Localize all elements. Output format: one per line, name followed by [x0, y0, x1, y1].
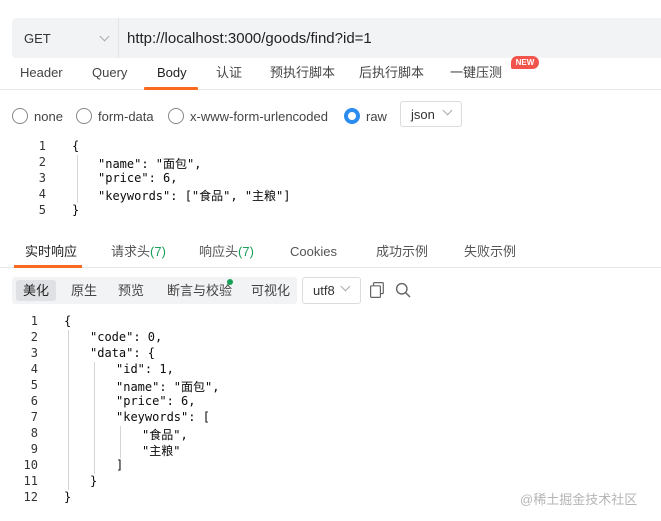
- code-line: "id": 1,: [116, 362, 174, 376]
- request-tabs: Header Query Body 认证 预执行脚本 后执行脚本 一键压测: [0, 60, 661, 90]
- tab-label: 响应头: [199, 244, 239, 259]
- line-number: 3: [30, 346, 38, 360]
- code-line: "name": "面包",: [116, 380, 220, 394]
- chevron-down-icon: [442, 105, 453, 116]
- tab-success-example[interactable]: 成功示例: [376, 240, 428, 268]
- raw-format-select[interactable]: json: [400, 101, 462, 127]
- search-icon[interactable]: [395, 282, 411, 298]
- code-line: "name": "面包",: [98, 157, 202, 171]
- active-tab-indicator: [144, 87, 198, 90]
- line-number: 4: [38, 187, 46, 201]
- url-bar: GET http://localhost:3000/goods/find?id=…: [12, 18, 661, 58]
- response-body-viewer[interactable]: 1 { 2 "code": 0, 3 "data": { 4 "id": 1, …: [0, 312, 661, 512]
- indent-guide: [94, 362, 95, 474]
- tab-body[interactable]: Body: [157, 60, 187, 90]
- code-line: ]: [116, 458, 124, 472]
- encoding-value: utf8: [313, 283, 335, 298]
- view-preview[interactable]: 预览: [111, 280, 151, 301]
- code-line: }: [72, 203, 80, 217]
- radio-raw[interactable]: raw: [344, 104, 387, 128]
- code-line: {: [64, 314, 72, 328]
- line-number: 3: [38, 171, 46, 185]
- radio-circle-selected: [344, 108, 360, 124]
- new-badge: NEW: [511, 56, 539, 69]
- radio-label: form-data: [98, 108, 154, 124]
- code-line: "食品",: [142, 428, 188, 442]
- status-dot: [227, 279, 233, 285]
- copy-icon[interactable]: [370, 282, 384, 298]
- line-number: 5: [30, 378, 38, 392]
- radio-label: raw: [366, 108, 387, 124]
- response-tabs: 实时响应 请求头(7) 响应头(7) Cookies 成功示例 失败示例: [0, 240, 661, 268]
- tab-auth[interactable]: 认证: [216, 60, 242, 90]
- indent-guide: [68, 330, 69, 490]
- tab-query[interactable]: Query: [92, 60, 127, 90]
- method-select[interactable]: GET: [12, 18, 119, 58]
- view-raw[interactable]: 原生: [64, 280, 104, 301]
- code-line: "code": 0,: [90, 330, 163, 344]
- line-number: 6: [30, 394, 38, 408]
- tab-label: 请求头: [111, 244, 151, 259]
- tab-post-script[interactable]: 后执行脚本: [359, 60, 424, 90]
- line-number: 2: [30, 330, 38, 344]
- tab-count: (7): [238, 244, 254, 259]
- line-number: 10: [23, 458, 38, 472]
- method-label: GET: [24, 30, 51, 46]
- line-number: 9: [30, 442, 38, 456]
- code-line: "keywords": [: [116, 410, 210, 424]
- code-line: "data": {: [90, 346, 156, 360]
- code-line: "主粮": [142, 444, 181, 458]
- line-number: 4: [30, 362, 38, 376]
- url-input[interactable]: http://localhost:3000/goods/find?id=1: [119, 30, 372, 47]
- radio-circle: [168, 108, 184, 124]
- radio-label: x-www-form-urlencoded: [190, 108, 328, 124]
- line-number: 2: [38, 155, 46, 169]
- code-line: }: [90, 474, 98, 488]
- tab-response-headers[interactable]: 响应头(7): [199, 240, 254, 268]
- code-line: "price": 6,: [116, 394, 196, 408]
- tab-pre-script[interactable]: 预执行脚本: [270, 60, 335, 90]
- indent-guide: [120, 426, 121, 458]
- tab-count: (7): [150, 244, 166, 259]
- tab-request-headers[interactable]: 请求头(7): [111, 240, 166, 268]
- code-line: }: [64, 490, 72, 504]
- radio-circle: [76, 108, 92, 124]
- line-number: 5: [38, 203, 46, 217]
- request-body-editor[interactable]: 1 { 2 "name": "面包", 3 "price": 6, 4 "key…: [0, 137, 661, 221]
- radio-label: none: [34, 108, 63, 124]
- line-number: 11: [23, 474, 38, 488]
- line-number: 8: [30, 426, 38, 440]
- chevron-down-icon: [340, 281, 351, 292]
- encoding-select[interactable]: utf8: [302, 277, 361, 304]
- view-visualize[interactable]: 可视化: [244, 280, 297, 301]
- tab-header[interactable]: Header: [20, 60, 63, 90]
- tab-load-test[interactable]: 一键压测: [450, 60, 502, 90]
- line-number: 12: [23, 490, 38, 504]
- watermark: @稀土掘金技术社区: [520, 492, 638, 507]
- view-mode-group: 美化 原生 预览 断言与校验 可视化: [12, 277, 297, 304]
- radio-urlencoded[interactable]: x-www-form-urlencoded: [168, 104, 328, 128]
- code-line: {: [72, 139, 80, 153]
- active-tab-indicator: [14, 265, 82, 268]
- line-number: 7: [30, 410, 38, 424]
- radio-none[interactable]: none: [12, 104, 63, 128]
- radio-circle: [12, 108, 28, 124]
- tab-live-response[interactable]: 实时响应: [25, 240, 77, 268]
- code-line: "keywords": ["食品", "主粮"]: [98, 189, 291, 203]
- radio-form-data[interactable]: form-data: [76, 104, 154, 128]
- code-line: "price": 6,: [98, 171, 178, 185]
- line-number: 1: [30, 314, 38, 328]
- chevron-down-icon: [99, 31, 110, 41]
- line-number: 1: [38, 139, 46, 153]
- tab-failure-example[interactable]: 失败示例: [464, 240, 516, 268]
- raw-format-value: json: [411, 106, 435, 122]
- tab-cookies[interactable]: Cookies: [290, 240, 337, 268]
- view-beautify[interactable]: 美化: [16, 280, 57, 301]
- indent-guide: [77, 155, 78, 203]
